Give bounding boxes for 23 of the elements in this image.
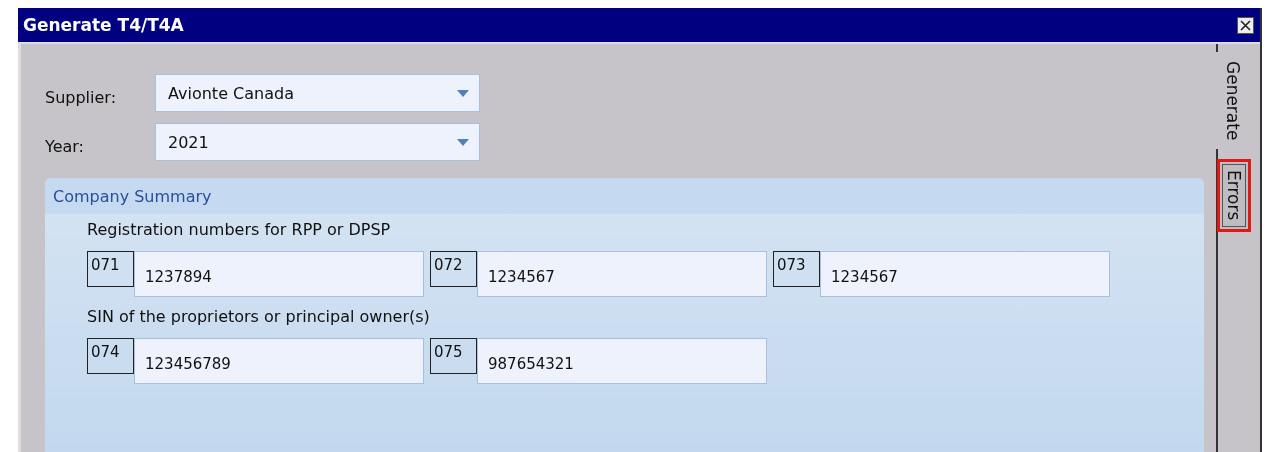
caret-icon — [457, 89, 469, 97]
input-field[interactable]: 1237894 — [134, 251, 424, 297]
side-tab[interactable]: Errors — [1217, 159, 1251, 232]
box-code: 072 — [430, 251, 477, 287]
input-field[interactable]: 123456789 — [134, 338, 424, 384]
box-code: 073 — [773, 251, 820, 287]
dropdown[interactable]: Avionte Canada — [155, 74, 480, 112]
box-code: 074 — [87, 338, 134, 374]
input-field[interactable]: 1234567 — [477, 251, 767, 297]
box-code: 071 — [87, 251, 134, 287]
input-field[interactable]: 987654321 — [477, 338, 767, 384]
close-icon — [1240, 19, 1251, 31]
section-heading: Registration numbers for RPP or DPSP — [87, 220, 392, 239]
input-field[interactable]: 1234567 — [820, 251, 1110, 297]
panel-title: Company Summary — [53, 186, 212, 206]
window-title: Generate T4/T4A — [23, 15, 184, 35]
field-label: Year: — [45, 135, 85, 156]
dropdown[interactable]: 2021 — [155, 123, 480, 161]
box-code: 075 — [430, 338, 477, 374]
section-heading: SIN of the proprietors or principal owner(s) — [87, 307, 431, 326]
field-label: Supplier: — [45, 86, 118, 107]
close-button[interactable] — [1237, 16, 1254, 34]
caret-icon — [457, 138, 469, 146]
